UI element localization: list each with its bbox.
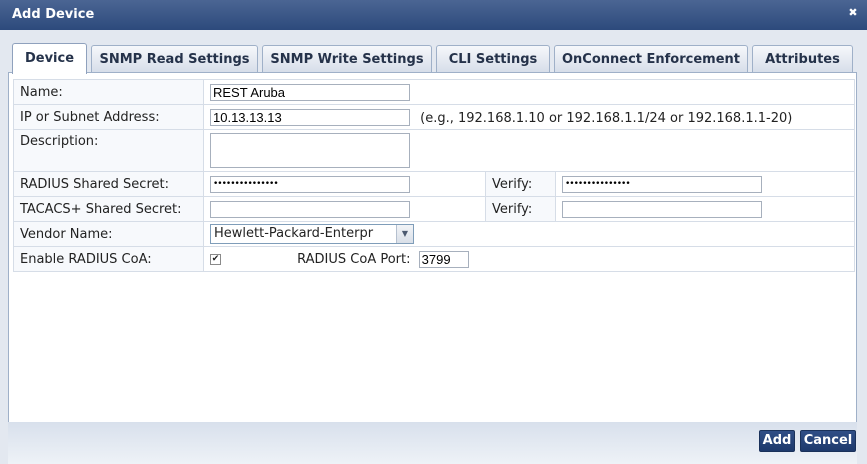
- radius-secret-label: RADIUS Shared Secret:: [13, 171, 204, 197]
- dialog-body: Device SNMP Read Settings SNMP Write Set…: [0, 30, 867, 464]
- description-input[interactable]: [210, 133, 410, 168]
- dialog-titlebar: Add Device ✖: [0, 0, 867, 30]
- coa-label: Enable RADIUS CoA:: [13, 246, 204, 272]
- radius-verify-input[interactable]: [562, 175, 762, 193]
- tab-cli-settings[interactable]: CLI Settings: [436, 45, 550, 74]
- tab-snmp-write-settings[interactable]: SNMP Write Settings: [262, 45, 432, 74]
- ip-address-input[interactable]: [210, 108, 410, 126]
- chevron-down-icon[interactable]: ▼: [396, 225, 413, 243]
- tacacs-verify-input[interactable]: [562, 200, 762, 218]
- close-icon[interactable]: ✖: [847, 7, 859, 19]
- tab-attributes[interactable]: Attributes: [752, 45, 853, 74]
- device-form: Name: IP or Subnet Address: (e.g., 192.1…: [13, 79, 855, 272]
- ip-label: IP or Subnet Address:: [13, 104, 204, 130]
- ip-hint: (e.g., 192.168.1.10 or 192.168.1.1/24 or…: [420, 110, 793, 126]
- coa-port-label: RADIUS CoA Port:: [297, 251, 411, 267]
- tacacs-secret-input[interactable]: [210, 200, 410, 218]
- device-panel: Name: IP or Subnet Address: (e.g., 192.1…: [8, 72, 857, 452]
- dialog-footer: [8, 422, 857, 464]
- radius-secret-input[interactable]: [210, 175, 410, 193]
- description-label: Description:: [13, 129, 204, 172]
- tacacs-verify-label: Verify:: [485, 196, 556, 222]
- cancel-button[interactable]: Cancel: [800, 430, 856, 452]
- tab-bar: Device SNMP Read Settings SNMP Write Set…: [12, 43, 857, 74]
- add-button[interactable]: Add: [759, 430, 795, 452]
- coa-checkbox[interactable]: ✔: [210, 253, 221, 265]
- name-input[interactable]: [210, 83, 410, 101]
- vendor-select[interactable]: Hewlett-Packard-Enterpr ▼: [210, 224, 414, 244]
- vendor-select-value: Hewlett-Packard-Enterpr: [214, 226, 374, 241]
- tacacs-secret-label: TACACS+ Shared Secret:: [13, 196, 204, 222]
- name-label: Name:: [13, 79, 204, 105]
- tab-device[interactable]: Device: [12, 43, 87, 74]
- tab-snmp-read-settings[interactable]: SNMP Read Settings: [91, 45, 258, 74]
- tab-onconnect-enforcement[interactable]: OnConnect Enforcement: [554, 45, 748, 74]
- radius-verify-label: Verify:: [485, 171, 556, 197]
- vendor-label: Vendor Name:: [13, 221, 204, 247]
- dialog-title: Add Device: [12, 7, 95, 22]
- coa-port-input[interactable]: [418, 250, 469, 268]
